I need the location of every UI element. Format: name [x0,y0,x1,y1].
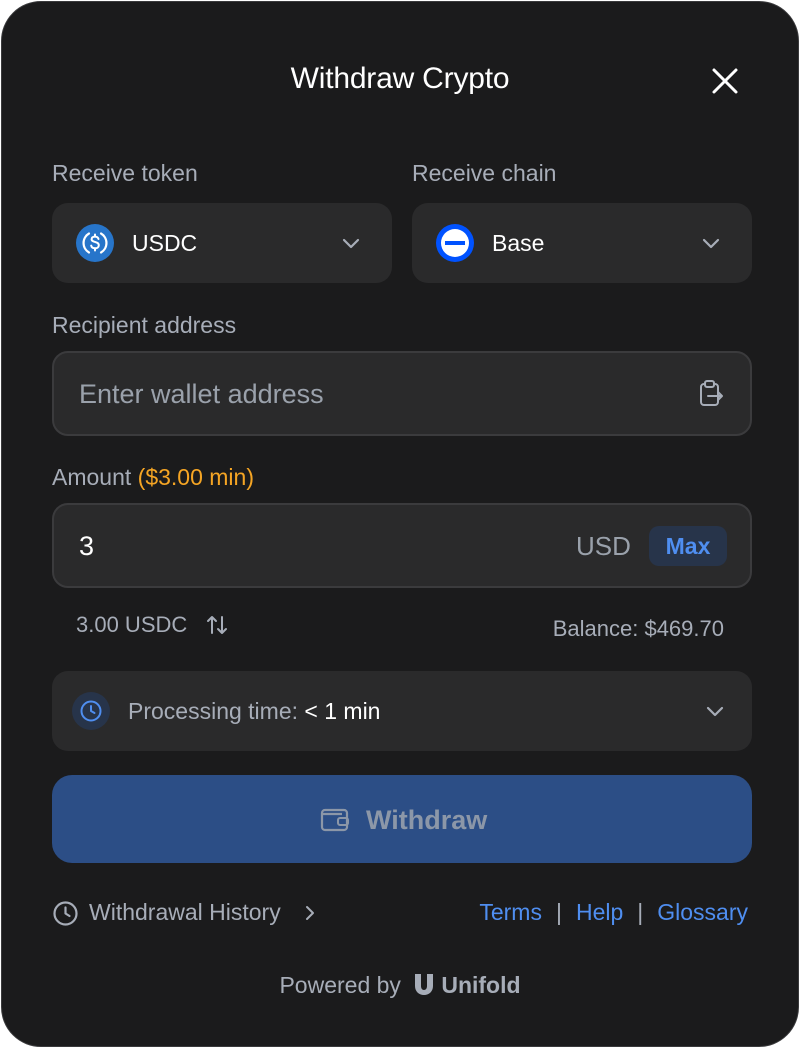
glossary-link[interactable]: Glossary [657,899,748,925]
chevron-right-icon [306,906,314,920]
processing-time-label: Processing time: < 1 min [128,698,380,725]
recipient-address-label: Recipient address [52,312,237,338]
withdraw-button-label: Withdraw [366,805,488,835]
processing-time-row[interactable]: Processing time: < 1 min [52,671,752,751]
link-separator: | [637,899,644,925]
amount-label: Amount ($3.00 min) [52,464,254,491]
amount-unit: USD [576,531,631,561]
receive-token-value: USDC [132,230,198,256]
help-link[interactable]: Help [576,899,623,925]
amount-value: 3 [79,531,95,561]
recipient-address-placeholder: Enter wallet address [79,379,324,409]
converted-amount: 3.00 USDC [76,612,188,637]
receive-token-select[interactable]: USDC [52,203,392,283]
chevron-down-icon [702,238,720,249]
receive-chain-select[interactable]: Base [412,203,752,283]
recipient-address-input[interactable]: Enter wallet address [52,351,752,436]
paste-clipboard-icon[interactable] [696,379,726,409]
withdrawal-history-label: Withdrawal History [89,899,281,925]
amount-min-label: ($3.00 min) [137,464,254,490]
powered-by: Powered by Unifold [2,972,798,999]
withdraw-crypto-modal: Withdraw Crypto Receive token USDC Recei… [1,1,799,1047]
wallet-icon [320,808,349,832]
modal-title: Withdraw Crypto [290,62,510,95]
receive-chain-value: Base [492,230,545,256]
processing-time-label-text: Processing time: [128,698,299,724]
history-clock-icon [53,901,78,926]
clock-icon [80,700,102,722]
withdraw-button[interactable]: Withdraw [52,775,752,863]
chevron-down-icon [342,238,360,249]
close-icon[interactable] [708,64,742,98]
max-button[interactable]: Max [649,526,727,566]
receive-chain-label: Receive chain [412,160,557,186]
link-separator: | [555,899,562,925]
footer-links: Terms | Help | Glossary [479,899,748,926]
processing-time-value: < 1 min [304,698,381,724]
base-chain-icon [436,224,474,262]
amount-label-text: Amount [52,464,132,490]
clock-icon-badge [72,692,110,730]
powered-by-text: Powered by [279,972,401,998]
balance-text: Balance: $469.70 [552,616,724,641]
receive-token-label: Receive token [52,160,198,186]
terms-link[interactable]: Terms [479,899,542,925]
amount-input[interactable]: 3 USD Max [52,503,752,588]
unifold-brand: Unifold [441,972,521,998]
unifold-logo-icon [415,974,434,995]
usdc-coin-icon [76,224,114,262]
swap-arrows-icon[interactable] [204,612,230,638]
chevron-down-icon [706,706,724,717]
